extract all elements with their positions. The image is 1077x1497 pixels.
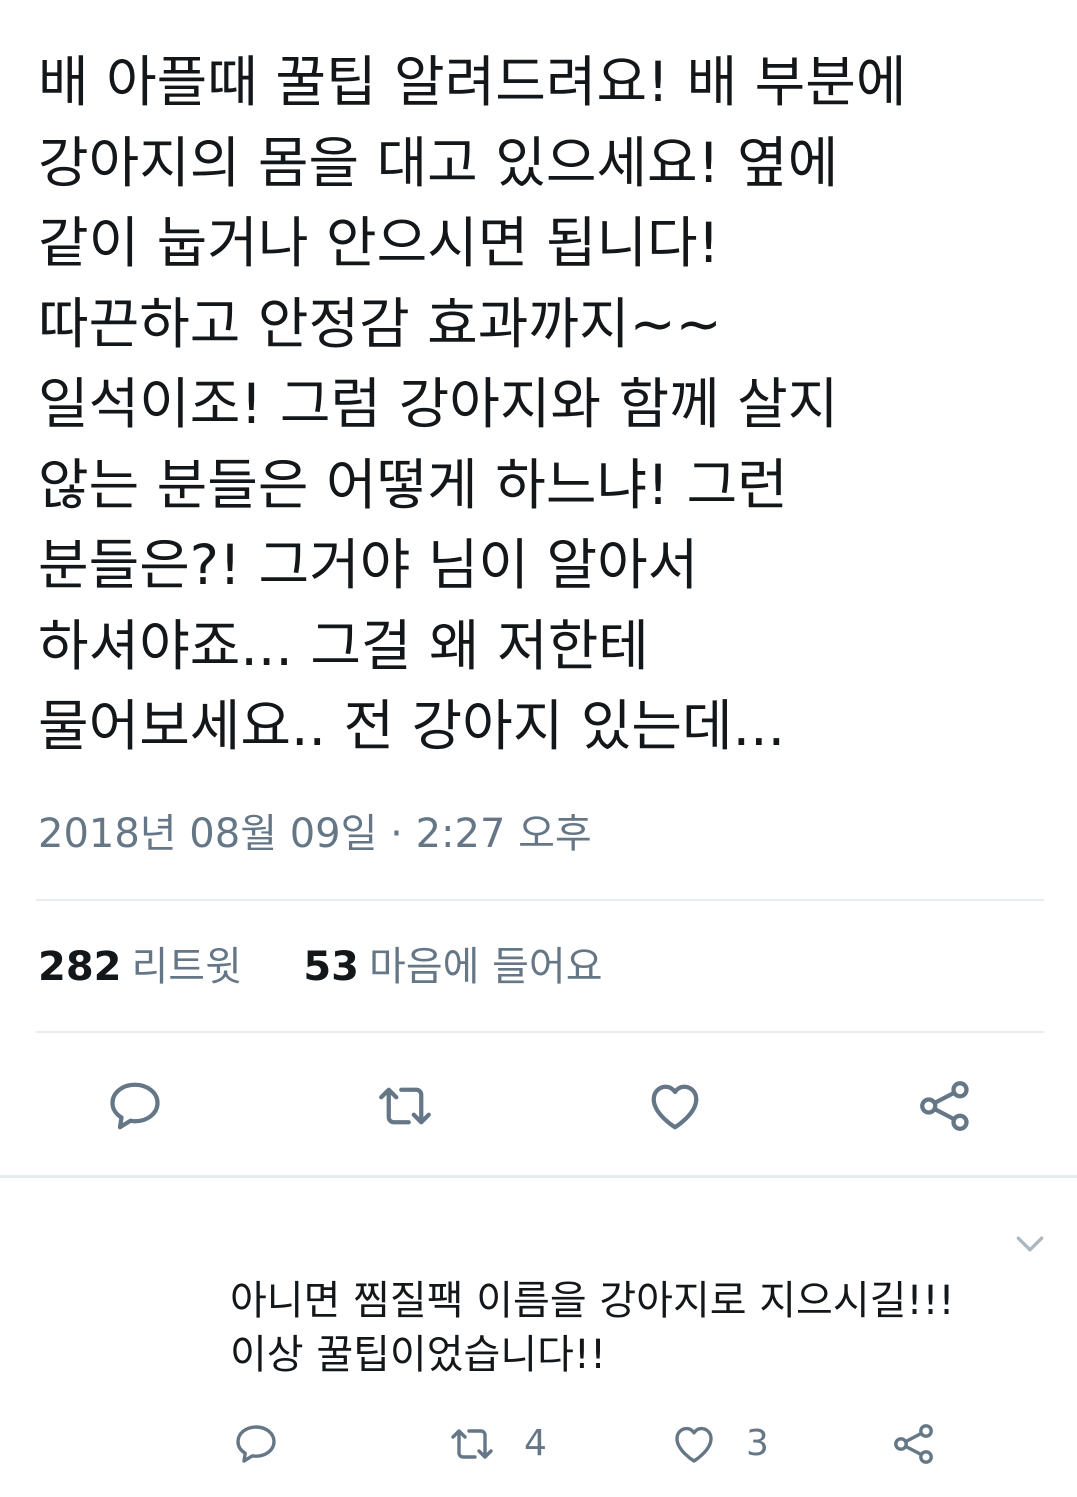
reply-retweet-button[interactable]: 4 bbox=[448, 1416, 547, 1472]
reply-reply-button[interactable] bbox=[232, 1416, 280, 1472]
divider bbox=[36, 899, 1044, 901]
tweet-text-line: 같이 눕거나 안으시면 됩니다! bbox=[38, 211, 720, 275]
share-button[interactable] bbox=[910, 1071, 980, 1141]
tweet-text-line: 하셔야죠... 그걸 왜 저한테 bbox=[38, 613, 649, 678]
reply-like-count: 3 bbox=[746, 1423, 769, 1464]
tweet-text: 배 아플때 꿀팁 알려드려요! 배 부분에 강아지의 몸을 대고 있으세요! 옆… bbox=[38, 42, 1048, 767]
retweets-stat[interactable]: 282 리트윗 bbox=[38, 944, 255, 990]
reply-share-button[interactable] bbox=[890, 1416, 938, 1472]
divider bbox=[36, 1031, 1044, 1033]
reply-text-line: 이상 꿀팁이었습니다!! bbox=[230, 1332, 606, 1378]
like-button[interactable] bbox=[640, 1071, 710, 1141]
section-divider bbox=[0, 1175, 1077, 1178]
tweet-text-line: 않는 분들은 어떻게 하느냐! 그런 bbox=[38, 452, 788, 517]
reply-text-line: 아니면 찜질팩 이름을 강아지로 지으시길!!! bbox=[230, 1278, 955, 1324]
likes-label: 마음에 들어요 bbox=[369, 944, 603, 990]
reply-retweet-count: 4 bbox=[524, 1423, 547, 1464]
retweet-icon bbox=[451, 1429, 493, 1459]
retweets-label: 리트윗 bbox=[131, 944, 242, 990]
like-icon bbox=[651, 1084, 699, 1130]
reply-text: 아니면 찜질팩 이름을 강아지로 지으시길!!! 이상 꿀팁이었습니다!! bbox=[230, 1274, 1050, 1382]
tweet-text-line: 물어보세요.. 전 강아지 있는데... bbox=[38, 694, 786, 758]
retweet-icon bbox=[379, 1087, 431, 1125]
share-icon bbox=[894, 1424, 933, 1464]
retweets-count: 282 bbox=[38, 944, 122, 990]
tweet-text-line: 강아지의 몸을 대고 있으세요! 옆에 bbox=[38, 130, 839, 195]
retweet-button[interactable] bbox=[370, 1071, 440, 1141]
tweet-text-line: 분들은?! 그거야 님이 알아서 bbox=[38, 533, 699, 597]
likes-stat[interactable]: 53 마음에 들어요 bbox=[303, 944, 602, 990]
tweet-text-line: 따끈하고 안정감 효과까지~~ bbox=[38, 291, 722, 356]
reply-icon bbox=[110, 1082, 160, 1130]
tweet-timestamp[interactable]: 2018년 08월 09일 · 2:27 오후 bbox=[38, 808, 592, 860]
reply-like-button[interactable]: 3 bbox=[670, 1416, 769, 1472]
tweet-text-line: 일석이조! 그럼 강아지와 함께 살지 bbox=[38, 372, 839, 436]
share-icon bbox=[920, 1081, 969, 1131]
reply-icon bbox=[236, 1425, 276, 1463]
likes-count: 53 bbox=[303, 944, 360, 990]
reply-button[interactable] bbox=[100, 1071, 170, 1141]
like-icon bbox=[675, 1426, 713, 1463]
tweet-text-line: 배 아플때 꿀팁 알려드려요! 배 부분에 bbox=[38, 50, 907, 114]
tweet-stats: 282 리트윗 53 마음에 들어요 bbox=[38, 941, 603, 993]
chevron-down-icon[interactable] bbox=[1010, 1224, 1050, 1264]
